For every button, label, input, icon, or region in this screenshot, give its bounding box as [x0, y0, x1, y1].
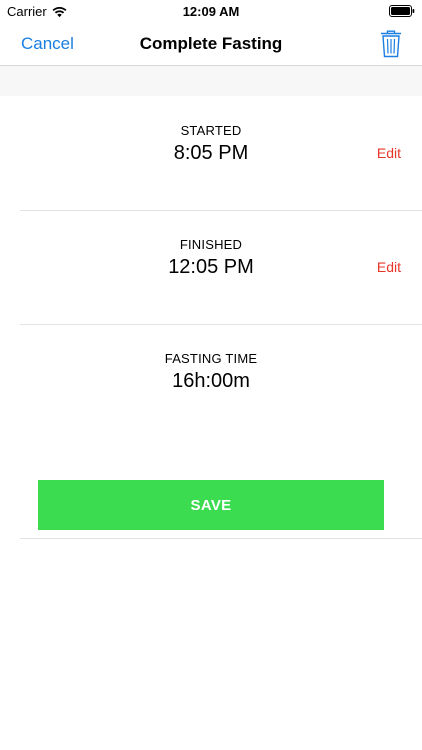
- finished-time: 12:05 PM: [168, 256, 254, 278]
- fasting-time-value: 16h:00m: [172, 370, 250, 392]
- finished-section: FINISHED 12:05 PM Edit: [0, 210, 422, 324]
- started-time: 8:05 PM: [173, 142, 249, 164]
- page-title: Complete Fasting: [139, 34, 283, 53]
- battery-icon: [389, 5, 415, 17]
- navigation-bar: Cancel Complete Fasting: [0, 22, 422, 66]
- fasting-time-section: FASTING TIME 16h:00m: [0, 324, 422, 438]
- started-label: STARTED: [180, 123, 242, 138]
- edit-finished-button[interactable]: Edit: [377, 259, 401, 275]
- save-button[interactable]: SAVE: [38, 480, 384, 530]
- started-section: STARTED 8:05 PM Edit: [0, 96, 422, 210]
- header-spacer: [0, 66, 422, 96]
- status-time: 12:09 AM: [182, 4, 240, 19]
- finished-label: FINISHED: [179, 237, 243, 252]
- edit-started-button[interactable]: Edit: [377, 145, 401, 161]
- trash-icon[interactable]: [380, 30, 402, 58]
- fasting-time-label: FASTING TIME: [164, 351, 258, 366]
- divider: [20, 538, 422, 539]
- status-bar: Carrier 12:09 AM: [0, 0, 422, 22]
